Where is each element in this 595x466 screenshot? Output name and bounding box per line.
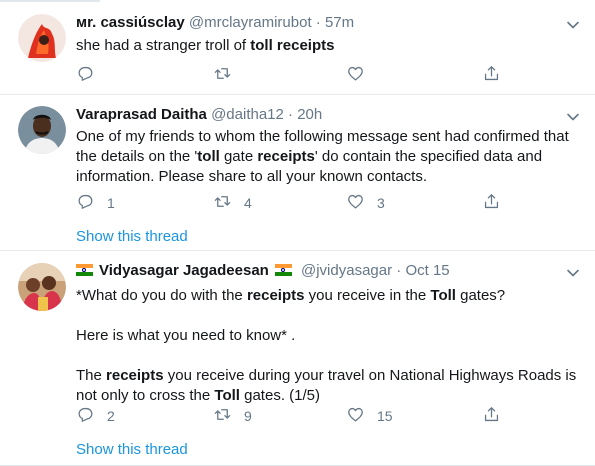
highlighted-keyword: receipts (106, 367, 164, 384)
share-icon (482, 405, 501, 427)
tweet-text-segment: you receive in the (304, 287, 431, 304)
tweet-text-line: she had a stranger troll of toll receipt… (76, 36, 586, 56)
tweet-text-paragraph: *What do you do with the receipts you re… (76, 286, 586, 306)
tweet-header: Vidyasagar Jagadeesan @jvidyasagar · Oct… (76, 261, 450, 281)
timestamp[interactable]: Oct 15 (405, 262, 449, 279)
retweet-icon (213, 192, 232, 214)
show-thread-link[interactable]: Show this thread (76, 228, 188, 245)
avatar[interactable] (18, 106, 66, 154)
tweet-actions: 1 4 3 (76, 193, 506, 213)
tweet-text: she had a stranger troll of toll receipt… (76, 36, 586, 56)
separator-dot: · (396, 262, 402, 279)
reply-count: 1 (107, 195, 115, 211)
like-button[interactable]: 15 (346, 406, 393, 426)
like-button[interactable] (346, 65, 377, 85)
tweet-text-paragraph: Here is what you need to know* . (76, 326, 586, 346)
tweet-header: Varaprasad Daitha @daitha12 · 20h (76, 105, 322, 125)
tweet-actions: 2 9 15 (76, 406, 506, 426)
retweet-icon (213, 405, 232, 427)
like-icon (346, 405, 365, 427)
retweet-button[interactable]: 9 (213, 406, 252, 426)
like-count: 15 (377, 408, 393, 424)
share-button[interactable] (482, 406, 501, 426)
tweet-text-segment: The (76, 367, 107, 384)
share-button[interactable] (482, 65, 501, 85)
share-icon (482, 64, 501, 86)
highlighted-keyword: Toll (430, 287, 456, 304)
avatar[interactable] (18, 14, 66, 62)
tweet-actions (76, 65, 506, 85)
avatar[interactable] (18, 263, 66, 311)
reply-button[interactable] (76, 65, 107, 85)
chevron-down-icon[interactable] (565, 17, 581, 33)
tweet-text-segment: gates. (1/5) (239, 387, 320, 404)
tweet-header: ᴍr. cassiúsclay @mrclayramirubot · 57m (76, 13, 354, 33)
reply-icon (76, 192, 95, 214)
retweet-icon (213, 64, 232, 86)
author-name[interactable]: Vidyasagar Jagadeesan (99, 262, 269, 279)
chevron-down-icon[interactable] (565, 265, 581, 281)
highlighted-keyword: receipts (257, 148, 315, 165)
author-name[interactable]: Varaprasad Daitha (76, 106, 207, 123)
highlighted-keyword: receipts (246, 287, 305, 304)
tweet-text-segment: *What do you do with the (76, 287, 247, 304)
retweet-button[interactable] (213, 65, 244, 85)
tweet-text-segment: she had a stranger troll of (76, 37, 251, 54)
share-button[interactable] (482, 193, 501, 213)
tweet-text: *What do you do with the receipts you re… (76, 286, 586, 406)
tweet-3[interactable]: Vidyasagar Jagadeesan @jvidyasagar · Oct… (0, 251, 595, 466)
highlighted-keyword: toll (197, 148, 220, 165)
like-count: 3 (377, 195, 385, 211)
highlighted-keyword: Toll (214, 387, 240, 404)
reply-button[interactable]: 2 (76, 406, 115, 426)
tweet-text-segment: gate (219, 148, 258, 165)
tweet-text-segment: Here is what you need to know* . (76, 327, 296, 344)
like-button[interactable]: 3 (346, 193, 385, 213)
india-flag-icon (76, 264, 93, 276)
tweet-text-paragraph: One of my friends to whom the following … (76, 127, 586, 187)
tweet-text: One of my friends to whom the following … (76, 127, 586, 187)
author-handle[interactable]: @jvidyasagar (301, 262, 392, 279)
tweet-1[interactable]: ᴍr. cassiúsclay @mrclayramirubot · 57m s… (0, 0, 595, 96)
reply-button[interactable]: 1 (76, 193, 115, 213)
chevron-down-icon[interactable] (565, 109, 581, 125)
author-handle[interactable]: @daitha12 (211, 106, 284, 123)
reply-count: 2 (107, 408, 115, 424)
share-icon (482, 192, 501, 214)
author-name[interactable]: ᴍr. cassiúsclay (76, 14, 185, 31)
timestamp[interactable]: 57m (325, 14, 354, 31)
tweet-feed: ᴍr. cassiúsclay @mrclayramirubot · 57m s… (0, 0, 595, 466)
like-icon (346, 192, 365, 214)
india-flag-icon (274, 264, 292, 276)
reply-icon (76, 64, 95, 86)
tweet-2[interactable]: Varaprasad Daitha @daitha12 · 20h One of… (0, 95, 595, 250)
tweet-text-paragraph: The receipts you receive during your tra… (76, 366, 586, 406)
author-handle[interactable]: @mrclayramirubot (189, 14, 312, 31)
reply-icon (76, 405, 95, 427)
highlighted-keyword: toll receipts (250, 37, 335, 54)
separator-dot: · (288, 106, 294, 123)
retweet-count: 4 (244, 195, 252, 211)
tweet-text-segment: gates? (455, 287, 506, 304)
retweet-button[interactable]: 4 (213, 193, 252, 213)
show-thread-link[interactable]: Show this thread (76, 441, 188, 458)
separator-dot: · (315, 14, 321, 31)
like-icon (346, 64, 365, 86)
timestamp[interactable]: 20h (297, 106, 322, 123)
retweet-count: 9 (244, 408, 252, 424)
